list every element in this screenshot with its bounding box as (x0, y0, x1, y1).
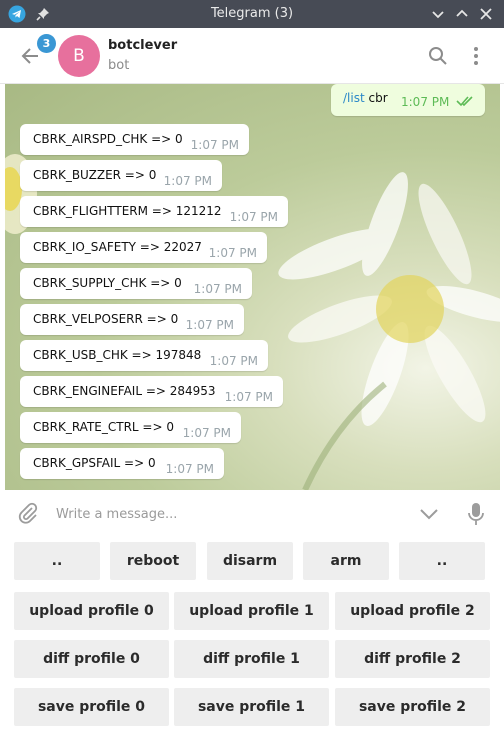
paperclip-icon[interactable] (16, 501, 40, 525)
more-icon[interactable] (470, 44, 482, 68)
message-bubble[interactable]: CBRK_RATE_CTRL => 0 1:07 PM (20, 412, 241, 443)
message-text: CBRK_IO_SAFETY => 22027 (33, 240, 202, 254)
microphone-icon[interactable] (466, 501, 486, 527)
window-titlebar: Telegram (3) (0, 0, 504, 28)
keyboard-button-diff-profile-0[interactable]: diff profile 0 (14, 640, 169, 678)
message-time: 1:07 PM (185, 318, 234, 332)
message-text: CBRK_VELPOSERR => 0 (33, 312, 179, 326)
message-time: 1:07 PM (165, 462, 214, 476)
message-input[interactable] (56, 503, 396, 525)
keyboard-button-diff-profile-2[interactable]: diff profile 2 (335, 640, 490, 678)
message-bubble[interactable]: CBRK_ENGINEFAIL => 284953 1:07 PM (20, 376, 283, 407)
keyboard-button-save-profile-1[interactable]: save profile 1 (174, 688, 329, 726)
message-composer (0, 490, 504, 537)
message-bubble[interactable]: CBRK_GPSFAIL => 0 1:07 PM (20, 448, 224, 479)
keyboard-button-dotsdots[interactable]: .. (399, 542, 485, 580)
message-text: CBRK_BUZZER => 0 (33, 168, 157, 182)
message-time: 1:07 PM (401, 95, 450, 109)
chat-status: bot (108, 58, 130, 73)
message-text: CBRK_AIRSPD_CHK => 0 (33, 132, 183, 146)
message-time: 1:07 PM (208, 246, 257, 260)
minimize-icon[interactable] (428, 4, 448, 24)
message-time: 1:07 PM (182, 426, 231, 440)
message-bubble[interactable]: CBRK_VELPOSERR => 0 1:07 PM (20, 304, 244, 335)
keyboard-button-upload-profile-2[interactable]: upload profile 2 (335, 592, 490, 630)
message-time: 1:07 PM (163, 174, 212, 188)
message-time: 1:07 PM (229, 210, 278, 224)
message-bubble[interactable]: CBRK_AIRSPD_CHK => 0 1:07 PM (20, 124, 249, 155)
message-time: 1:07 PM (224, 390, 273, 404)
keyboard-button-dotsdots[interactable]: .. (14, 542, 100, 580)
unread-badge: 3 (37, 34, 56, 53)
avatar[interactable]: B (58, 35, 100, 77)
keyboard-button-arm[interactable]: arm (303, 542, 389, 580)
keyboard-button-save-profile-2[interactable]: save profile 2 (335, 688, 490, 726)
bot-keyboard: .. reboot disarm arm.. upload profile 0 uploa… (0, 537, 504, 732)
message-bubble[interactable]: CBRK_SUPPLY_CHK => 0 1:07 PM (20, 268, 252, 299)
message-time: 1:07 PM (209, 354, 258, 368)
command-argument: cbr (364, 91, 388, 105)
message-text: CBRK_RATE_CTRL => 0 (33, 420, 174, 434)
keyboard-button-save-profile-0[interactable]: save profile 0 (14, 688, 169, 726)
bot-command-link[interactable]: /list (343, 91, 365, 105)
chevron-down-icon[interactable] (417, 504, 441, 524)
message-text: CBRK_GPSFAIL => 0 (33, 456, 156, 470)
message-time: 1:07 PM (193, 282, 242, 296)
keyboard-button-disarm[interactable]: disarm (207, 542, 293, 580)
message-bubble[interactable]: CBRK_IO_SAFETY => 22027 1:07 PM (20, 232, 267, 263)
chat-name[interactable]: botclever (108, 38, 177, 53)
message-text: CBRK_ENGINEFAIL => 284953 (33, 384, 216, 398)
message-text: CBRK_FLIGHTTERM => 121212 (33, 204, 222, 218)
close-icon[interactable] (476, 4, 496, 24)
keyboard-button-diff-profile-1[interactable]: diff profile 1 (174, 640, 329, 678)
message-time: 1:07 PM (190, 138, 239, 152)
message-bubble[interactable]: CBRK_FLIGHTTERM => 121212 1:07 PM (20, 196, 288, 227)
outgoing-message[interactable]: /list cbr 1:07 PM (331, 84, 485, 116)
keyboard-button-upload-profile-0[interactable]: upload profile 0 (14, 592, 169, 630)
message-bubble[interactable]: CBRK_USB_CHK => 197848 1:07 PM (20, 340, 268, 371)
keyboard-button-reboot[interactable]: reboot (110, 542, 196, 580)
chat-header: 3 B botclever bot (0, 28, 504, 84)
message-text: CBRK_SUPPLY_CHK => 0 (33, 276, 182, 290)
chat-area[interactable]: /list cbr 1:07 PM CBRK_AIRSPD_CHK => 0 1:… (5, 84, 500, 490)
double-check-icon (456, 95, 476, 107)
keyboard-button-upload-profile-1[interactable]: upload profile 1 (174, 592, 329, 630)
maximize-icon[interactable] (452, 4, 472, 24)
message-text: CBRK_USB_CHK => 197848 (33, 348, 202, 362)
message-bubble[interactable]: CBRK_BUZZER => 0 1:07 PM (20, 160, 222, 191)
search-icon[interactable] (426, 44, 450, 68)
